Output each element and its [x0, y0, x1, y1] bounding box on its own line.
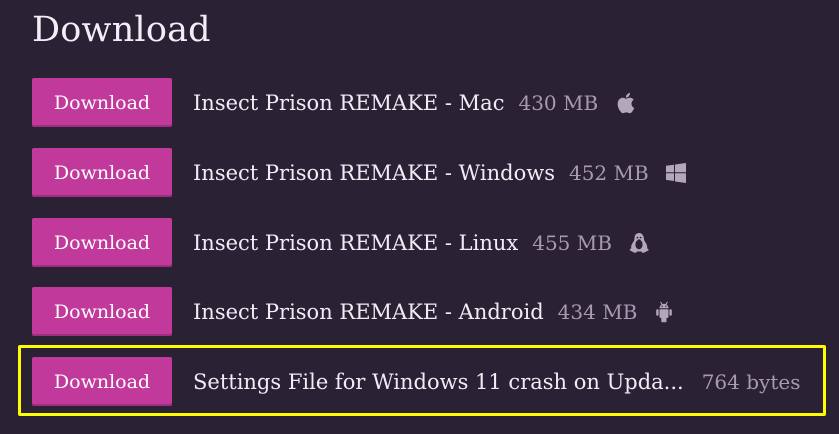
- android-icon: [653, 301, 675, 323]
- file-name-windows: Insect Prison REMAKE - Windows: [193, 160, 555, 185]
- file-size-linux: 455 MB: [532, 230, 612, 255]
- download-button-mac[interactable]: Download: [32, 78, 172, 127]
- file-name-linux: Insect Prison REMAKE - Linux: [193, 230, 519, 255]
- file-name-settings-file: Settings File for Windows 11 crash on Up…: [193, 369, 684, 394]
- download-button-android[interactable]: Download: [32, 287, 172, 336]
- download-button-linux[interactable]: Download: [32, 218, 172, 267]
- file-size-mac: 430 MB: [518, 90, 599, 115]
- download-button-settings-file[interactable]: Download: [32, 357, 172, 406]
- linux-icon: [628, 232, 650, 254]
- apple-icon: [614, 92, 636, 114]
- download-row-settings-file: Download Settings File for Windows 11 cr…: [32, 357, 822, 406]
- download-row-linux: Download Insect Prison REMAKE - Linux 45…: [32, 218, 822, 267]
- download-row-android: Download Insect Prison REMAKE - Android …: [32, 287, 822, 336]
- windows-icon: [665, 162, 687, 184]
- file-size-android: 434 MB: [557, 299, 638, 324]
- file-size-windows: 452 MB: [568, 160, 649, 185]
- file-size-settings-file: 764 bytes: [701, 369, 801, 394]
- download-row-mac: Download Insect Prison REMAKE - Mac 430 …: [32, 78, 822, 127]
- page-title: Download: [32, 10, 211, 50]
- download-button-windows[interactable]: Download: [32, 148, 172, 197]
- file-name-android: Insect Prison REMAKE - Android: [193, 299, 544, 324]
- file-name-mac: Insect Prison REMAKE - Mac: [193, 90, 505, 115]
- download-row-windows: Download Insect Prison REMAKE - Windows …: [32, 148, 822, 197]
